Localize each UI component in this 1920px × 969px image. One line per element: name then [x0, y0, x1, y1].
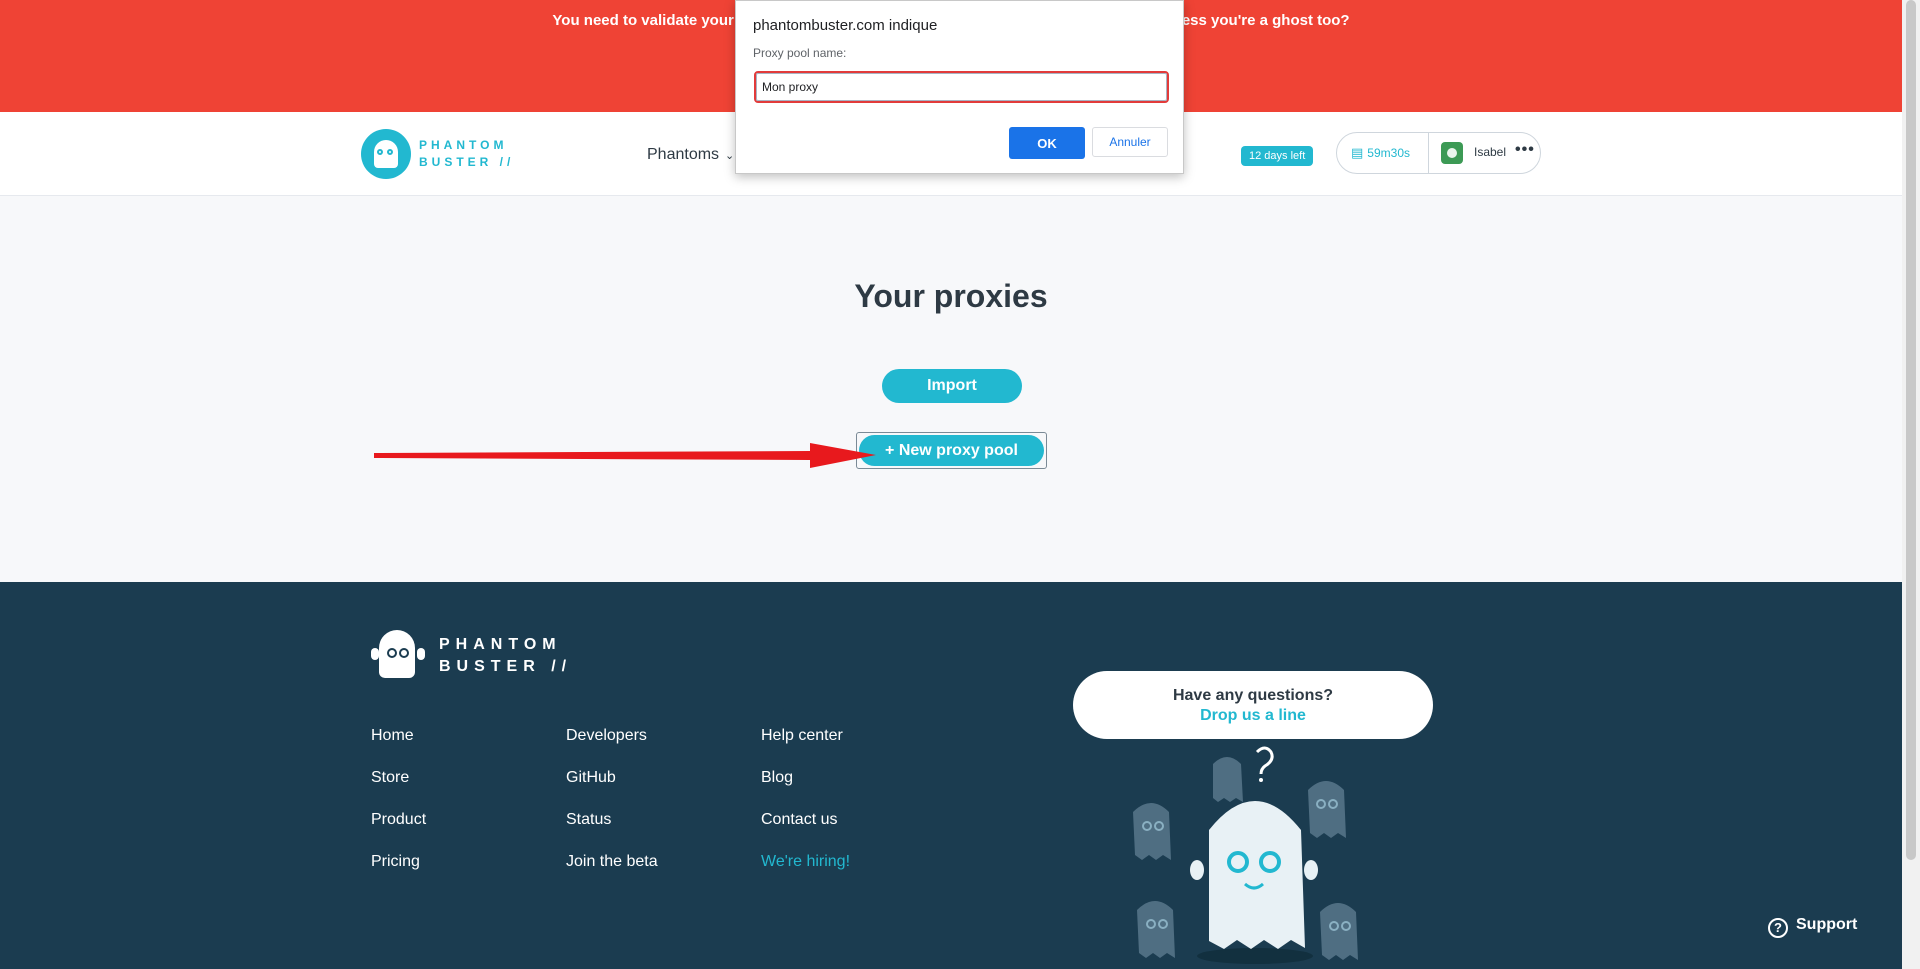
more-options-icon[interactable]: •••	[1515, 141, 1535, 159]
ok-button[interactable]: OK	[1009, 127, 1085, 159]
footer-link-developers[interactable]: Developers	[566, 727, 647, 745]
page-title: Your proxies	[854, 278, 1048, 314]
user-name: Isabel	[1474, 145, 1507, 159]
phantombuster-logo[interactable]: PHANTOM BUSTER //	[361, 127, 521, 181]
help-circle-icon: ?	[1768, 918, 1788, 938]
import-button[interactable]: Import	[882, 369, 1022, 403]
avatar	[1441, 142, 1463, 164]
footer-link-pricing[interactable]: Pricing	[371, 853, 420, 871]
user-account-pill[interactable]: ▤ 59m30s Isabel •••	[1336, 132, 1541, 174]
footer-link-contact[interactable]: Contact us	[761, 811, 837, 829]
dialog-origin: phantombuster.com indique	[753, 17, 938, 34]
trial-days-badge: 12 days left	[1241, 146, 1314, 166]
footer-link-store[interactable]: Store	[371, 769, 409, 787]
execution-time-indicator[interactable]: ▤ 59m30s	[1337, 133, 1429, 173]
footer-link-hiring[interactable]: We're hiring!	[761, 853, 850, 871]
ghost-group-illustration	[1133, 746, 1358, 964]
proxy-pool-name-prompt: phantombuster.com indique Proxy pool nam…	[735, 0, 1184, 174]
footer-link-product[interactable]: Product	[371, 811, 426, 829]
footer-link-status[interactable]: Status	[566, 811, 611, 829]
time-stack-icon: ▤	[1351, 145, 1364, 160]
questions-bubble[interactable]: Have any questions? Drop us a line	[1073, 671, 1433, 739]
dialog-label: Proxy pool name:	[753, 46, 847, 60]
drop-us-a-line-link[interactable]: Drop us a line	[1073, 707, 1433, 725]
footer-link-home[interactable]: Home	[371, 727, 414, 745]
footer-link-help-center[interactable]: Help center	[761, 727, 843, 745]
scrollbar-thumb[interactable]	[1906, 0, 1916, 860]
ghost-logo-icon	[379, 630, 415, 678]
footer-link-github[interactable]: GitHub	[566, 769, 616, 787]
chevron-down-icon: ⌄	[725, 150, 735, 162]
support-button[interactable]: ? Support	[1768, 916, 1857, 938]
proxy-pool-name-input[interactable]	[754, 71, 1169, 103]
nav-phantoms-menu[interactable]: Phantoms ⌄	[647, 146, 734, 164]
footer-logo[interactable]: PHANTOM BUSTER //	[371, 630, 591, 682]
site-footer: PHANTOM BUSTER // Home Store Product Pri…	[0, 582, 1902, 969]
cancel-button[interactable]: Annuler	[1092, 127, 1168, 157]
ghost-logo-icon	[361, 129, 411, 179]
page-scrollbar[interactable]	[1902, 0, 1920, 969]
annotation-arrow-new-pool	[374, 443, 876, 468]
footer-link-blog[interactable]: Blog	[761, 769, 793, 787]
new-proxy-pool-focus-ring: + New proxy pool	[856, 432, 1047, 469]
footer-link-join-beta[interactable]: Join the beta	[566, 853, 658, 871]
new-proxy-pool-button[interactable]: + New proxy pool	[859, 435, 1044, 466]
